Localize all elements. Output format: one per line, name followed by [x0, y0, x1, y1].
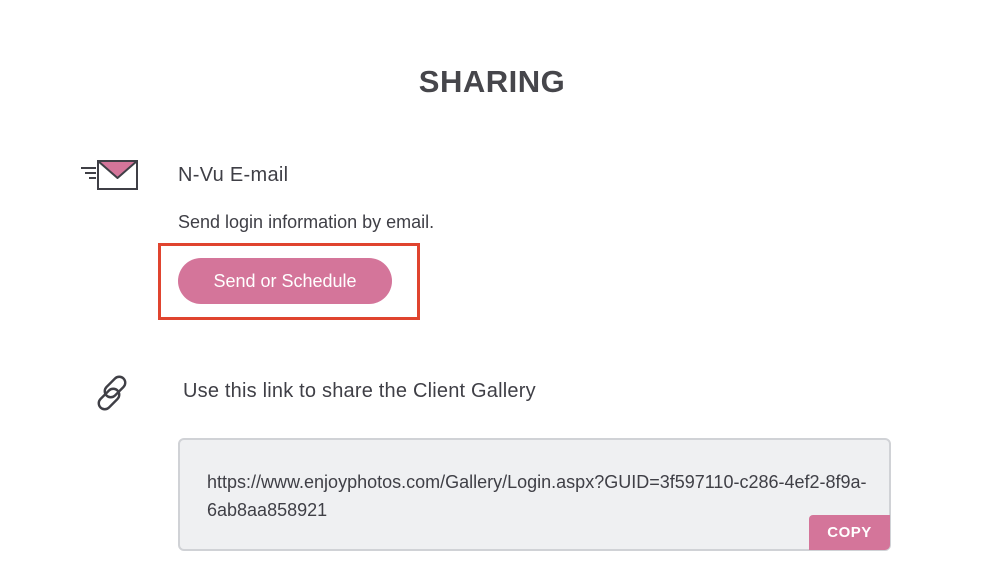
email-section-title: N-Vu E-mail [178, 164, 289, 186]
sharing-page: SHARING N-Vu E-mail Send login informati… [0, 0, 984, 588]
gallery-link-box[interactable]: https://www.enjoyphotos.com/Gallery/Logi… [178, 438, 891, 551]
gallery-link-url[interactable]: https://www.enjoyphotos.com/Gallery/Logi… [207, 468, 875, 524]
copy-link-button[interactable]: COPY [809, 515, 890, 550]
link-section-title: Use this link to share the Client Galler… [183, 380, 536, 402]
email-section-description: Send login information by email. [178, 212, 435, 232]
link-icon [97, 375, 127, 411]
envelope-icon [81, 160, 138, 190]
send-or-schedule-button[interactable]: Send or Schedule [178, 258, 392, 304]
page-title: SHARING [418, 64, 566, 99]
